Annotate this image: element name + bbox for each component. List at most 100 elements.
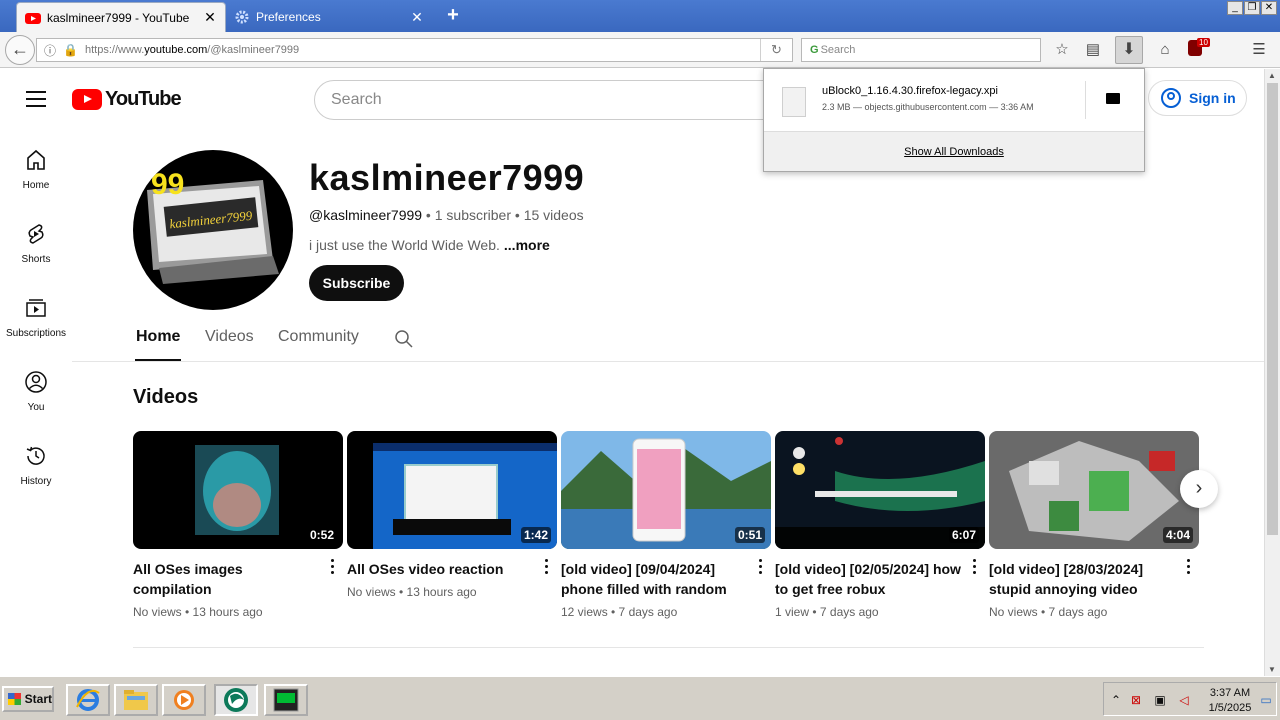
you-icon — [25, 371, 47, 393]
more-actions-icon[interactable] — [545, 559, 549, 577]
url-bar[interactable]: ⓘ 🔒 https://www.youtube.com/@kaslmineer7… — [36, 38, 793, 62]
video-meta: No views • 7 days ago — [989, 605, 1108, 619]
divider — [72, 361, 1264, 362]
tab-title: Preferences — [256, 10, 321, 24]
network-icon[interactable]: ⊠ — [1128, 693, 1144, 707]
more-actions-icon[interactable] — [1187, 559, 1191, 577]
downloads-panel: uBlock0_1.16.4.30.firefox-legacy.xpi 2.3… — [763, 68, 1145, 172]
battery-icon[interactable]: ▣ — [1152, 693, 1168, 707]
youtube-favicon-icon — [25, 10, 41, 26]
account-icon — [1161, 88, 1181, 108]
video-title[interactable]: [old video] [02/05/2024] how to get free… — [775, 559, 985, 599]
sidebar-item-shorts[interactable]: Shorts — [0, 222, 72, 265]
video-card[interactable]: 0:51 [old video] [09/04/2024] phone fill… — [561, 431, 771, 619]
internet-explorer-icon[interactable] — [66, 684, 110, 716]
more-actions-icon[interactable] — [759, 559, 763, 577]
restore-button[interactable]: ❐ — [1244, 1, 1260, 15]
volume-icon[interactable]: ◁ — [1176, 693, 1192, 707]
show-all-downloads-button[interactable]: Show All Downloads — [764, 131, 1144, 171]
download-status: 2.3 MB — objects.githubusercontent.com —… — [822, 102, 1034, 112]
scrollbar-thumb[interactable] — [1267, 83, 1278, 535]
video-meta: 12 views • 7 days ago — [561, 605, 678, 619]
guide-menu-icon[interactable] — [26, 91, 46, 112]
sidebar-item-subscriptions[interactable]: Subscriptions — [0, 296, 72, 339]
video-thumbnail[interactable]: 1:42 — [347, 431, 557, 549]
video-title[interactable]: [old video] [28/03/2024] stupid annoying… — [989, 559, 1199, 599]
video-title[interactable]: All OSes images compilation — [133, 559, 343, 599]
back-button[interactable]: ← — [5, 35, 35, 65]
sidebar-item-home[interactable]: Home — [0, 148, 72, 191]
video-duration: 4:04 — [1162, 527, 1193, 543]
bookmark-star-icon[interactable]: ☆ — [1052, 40, 1072, 60]
subscribe-button[interactable]: Subscribe — [309, 265, 404, 301]
tab-community[interactable]: Community — [278, 328, 359, 346]
yt-search-input[interactable]: Search — [314, 80, 784, 120]
firefox-app-icon[interactable] — [214, 684, 258, 716]
video-title[interactable]: [old video] [09/04/2024] phone filled wi… — [561, 559, 771, 599]
windows-flag-icon — [8, 693, 21, 705]
video-meta: 1 view • 7 days ago — [775, 605, 879, 619]
scroll-up-icon[interactable]: ▲ — [1268, 71, 1276, 80]
next-arrow-button[interactable]: › — [1180, 470, 1218, 508]
video-thumbnail[interactable]: 0:52 — [133, 431, 343, 549]
search-icon[interactable] — [394, 329, 414, 349]
tab-title: kaslmineer7999 - YouTube — [47, 10, 190, 25]
new-tab-button[interactable]: + — [442, 4, 464, 27]
tab-videos[interactable]: Videos — [205, 328, 254, 346]
home-icon[interactable]: ⌂ — [1155, 40, 1175, 60]
sidebar-item-you[interactable]: You — [0, 370, 72, 413]
video-card[interactable]: 4:04 [old video] [28/03/2024] stupid ann… — [989, 431, 1199, 619]
page-scrollbar[interactable]: ▲ ▼ — [1264, 69, 1280, 676]
more-actions-icon[interactable] — [331, 559, 335, 577]
close-tab-icon[interactable]: ✕ — [410, 9, 424, 26]
video-duration: 1:42 — [520, 527, 551, 543]
video-card[interactable]: 6:07 [old video] [02/05/2024] how to get… — [775, 431, 985, 619]
reload-icon[interactable]: ↻ — [760, 39, 792, 61]
scroll-down-icon[interactable]: ▼ — [1268, 665, 1276, 674]
search-engine-icon: G — [810, 44, 819, 56]
minimize-button[interactable]: _ — [1227, 1, 1243, 15]
hamburger-menu-icon[interactable]: ☰ — [1249, 40, 1269, 60]
divider — [133, 647, 1204, 648]
show-hidden-icons-icon[interactable]: ⌃ — [1108, 693, 1124, 707]
video-card[interactable]: 1:42 All OSes video reaction No views • … — [347, 431, 557, 599]
tab-home[interactable]: Home — [136, 328, 180, 346]
sign-in-button[interactable]: Sign in — [1148, 80, 1247, 116]
more-actions-icon[interactable] — [973, 559, 977, 577]
taskbar: Start ⌃ ⊠ ▣ ◁ ▭ 3:37 AM 1/5/2025 — [0, 676, 1280, 720]
subscriber-count: 1 subscriber — [434, 207, 511, 223]
browser-tab-bar: kaslmineer7999 - YouTube ✕ Preferences ✕… — [0, 0, 1280, 32]
open-folder-icon[interactable] — [1106, 93, 1120, 104]
tab-youtube[interactable]: kaslmineer7999 - YouTube ✕ — [16, 2, 226, 32]
home-icon — [27, 149, 45, 170]
video-thumbnail[interactable]: 4:04 — [989, 431, 1199, 549]
tab-preferences[interactable]: Preferences ✕ — [226, 2, 432, 32]
terminal-app-icon[interactable] — [264, 684, 308, 716]
lock-icon: 🔒 — [63, 43, 78, 57]
gear-icon — [234, 9, 250, 25]
video-title[interactable]: All OSes video reaction — [347, 559, 557, 579]
info-icon[interactable]: ⓘ — [43, 42, 57, 59]
show-desktop-icon[interactable]: ▭ — [1258, 693, 1274, 707]
clock[interactable]: 3:37 AM 1/5/2025 — [1204, 686, 1256, 716]
close-tab-icon[interactable]: ✕ — [203, 9, 217, 26]
video-thumbnail[interactable]: 6:07 — [775, 431, 985, 549]
channel-description: i just use the World Wide Web. ...more — [309, 237, 550, 253]
channel-avatar[interactable]: kaslmineer7999 99 — [133, 150, 293, 310]
more-link[interactable]: ...more — [504, 237, 550, 253]
bookmarks-menu-icon[interactable]: ▤ — [1083, 40, 1103, 60]
media-player-icon[interactable] — [162, 684, 206, 716]
sidebar-item-history[interactable]: History — [0, 444, 72, 487]
downloads-button[interactable]: ⬇ — [1115, 36, 1143, 64]
file-explorer-icon[interactable] — [114, 684, 158, 716]
window-controls: _ ❐ ✕ — [1227, 1, 1277, 15]
video-thumbnail[interactable]: 0:51 — [561, 431, 771, 549]
ublock-icon[interactable]: 10 — [1188, 38, 1212, 60]
url-text[interactable]: https://www.youtube.com/@kaslmineer7999 — [85, 44, 760, 56]
start-button[interactable]: Start — [2, 686, 54, 712]
youtube-logo[interactable]: YouTube — [72, 88, 182, 111]
close-window-button[interactable]: ✕ — [1261, 1, 1277, 15]
video-card[interactable]: 0:52 All OSes images compilation No view… — [133, 431, 343, 619]
browser-search-field[interactable]: G Search — [801, 38, 1041, 62]
download-filename[interactable]: uBlock0_1.16.4.30.firefox-legacy.xpi — [822, 85, 998, 97]
